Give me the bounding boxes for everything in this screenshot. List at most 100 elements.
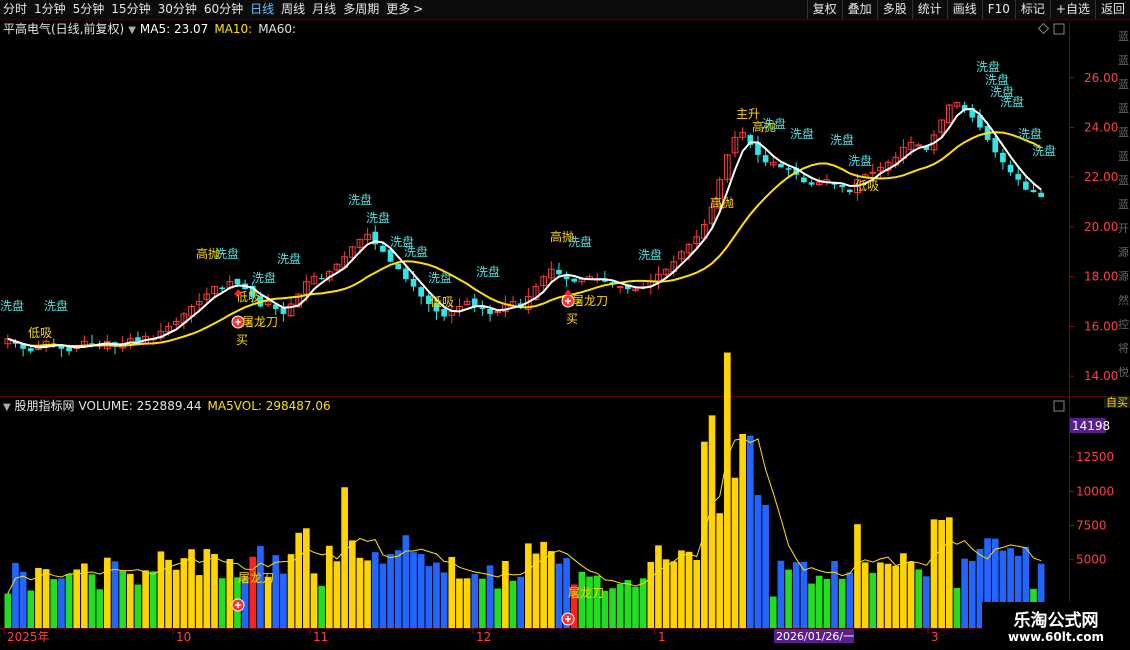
candle-body <box>410 278 417 287</box>
volume-bar <box>226 558 234 628</box>
candle-body <box>992 138 999 153</box>
volume-bar <box>632 586 639 628</box>
volume-bar <box>746 435 754 628</box>
volume-bar <box>938 519 945 628</box>
kline-chart[interactable]: 自买 26.00 24.00 22.00 20.00 18.00 16.00 14.00 1… <box>0 0 1130 650</box>
price-tick-label: 20.00 <box>1084 220 1118 234</box>
signal-label: 低吸 <box>28 326 52 340</box>
volume-bar <box>387 553 394 628</box>
volume-bar <box>808 583 815 628</box>
signal-label: 洗盘 <box>1018 126 1042 141</box>
candle-body <box>1023 181 1029 190</box>
signal-label: 屠龙刀 <box>568 586 604 600</box>
price-tick-label: 22.00 <box>1084 170 1118 184</box>
candle-body <box>785 168 792 170</box>
volume-bar <box>448 556 456 628</box>
volume-bar <box>149 571 157 628</box>
candle-body <box>808 182 815 185</box>
signal-label: 洗盘 <box>428 270 452 285</box>
volume-bar <box>502 560 509 628</box>
signal-label: 洗盘 <box>277 251 301 266</box>
side-volume-label: 自买 <box>1106 396 1128 409</box>
maximize-icon <box>1053 23 1065 35</box>
volume-bar <box>471 573 479 628</box>
volume-bar <box>823 578 831 628</box>
volume-bar <box>869 572 877 628</box>
cursor-date-label: 2026/01/26/一 <box>776 630 854 643</box>
volume-bar <box>394 550 402 628</box>
volume-bar <box>310 573 318 628</box>
signal-label: 屠龙刀 <box>572 294 608 308</box>
price-tick-label: 26.00 <box>1084 71 1118 85</box>
diamond-icon <box>1037 22 1050 35</box>
candle-body <box>234 278 241 285</box>
volume-bar <box>96 589 104 628</box>
candles <box>4 101 1044 357</box>
volume-bar <box>280 573 287 628</box>
date-tick-label: 10 <box>176 630 191 644</box>
volume-bar <box>907 561 915 628</box>
volume-bar <box>425 566 433 628</box>
signal-label: 买 <box>566 312 578 326</box>
side-panel-char: 蓝 <box>1118 30 1129 43</box>
volume-bar <box>19 571 27 628</box>
volume-bar <box>463 578 471 628</box>
volume-bar <box>930 519 938 628</box>
side-panel-char: 悦 <box>1118 366 1129 379</box>
signal-label: 洗盘 <box>252 270 276 285</box>
signal-label: 洗盘 <box>476 264 500 279</box>
date-tick-label: 1 <box>658 630 666 644</box>
side-panel-char: 源 <box>1118 246 1129 259</box>
candle-body <box>27 348 34 352</box>
volume-bar <box>494 588 502 628</box>
volume-bar <box>318 585 325 628</box>
volume-bar <box>769 596 777 628</box>
volume-bar <box>647 561 655 628</box>
volume-bar <box>923 576 930 628</box>
candle-body <box>839 184 845 188</box>
candle-body <box>89 343 95 345</box>
volume-bar <box>685 551 693 628</box>
volume-bar <box>303 528 310 628</box>
candle-body <box>616 286 624 289</box>
volume-bar <box>892 565 900 628</box>
price-tick-label: 18.00 <box>1084 270 1118 284</box>
volume-bar <box>211 553 218 628</box>
volume-bar <box>724 352 731 628</box>
volume-bar <box>27 590 35 628</box>
up-arrow-icon <box>564 289 572 295</box>
signal-label: 洗盘 <box>366 210 390 225</box>
volume-bar <box>678 550 685 628</box>
volume-bar <box>877 562 884 628</box>
date-tick-label: 11 <box>313 630 328 644</box>
side-panel-char: 蓝 <box>1118 102 1129 115</box>
volume-bar <box>716 513 724 628</box>
volume-axis: 12500 10000 7500 5000 14198 <box>1069 418 1114 567</box>
side-panel-char: 蓝 <box>1118 174 1129 187</box>
volume-bar <box>838 578 846 628</box>
volume-bar <box>188 549 195 628</box>
volume-bar <box>525 543 532 628</box>
ma-lines <box>7 107 1042 349</box>
signal-label: 洗盘 <box>404 244 428 259</box>
ma10-line <box>7 131 1042 347</box>
signal-label: 洗盘 <box>762 116 786 131</box>
volume-bar <box>104 557 111 628</box>
volume-bar <box>762 504 769 628</box>
candle-body <box>380 245 386 252</box>
volume-bar <box>616 583 624 628</box>
volume-bar <box>371 552 379 628</box>
candle-body <box>556 269 562 275</box>
watermark-url: www.60lt.com <box>1007 630 1105 644</box>
side-panel-char: 蓝 <box>1118 126 1129 139</box>
volume-bar <box>861 562 869 628</box>
volume-bar <box>272 555 280 628</box>
volume-bar <box>961 558 968 628</box>
volume-tick-label: 12500 <box>1076 450 1114 464</box>
volume-bar <box>379 563 387 628</box>
volume-bar <box>157 551 165 628</box>
signal-label: 洗盘 <box>0 298 24 313</box>
volume-bar <box>440 572 448 628</box>
volume-bar <box>540 541 547 628</box>
volume-bar <box>73 569 81 628</box>
